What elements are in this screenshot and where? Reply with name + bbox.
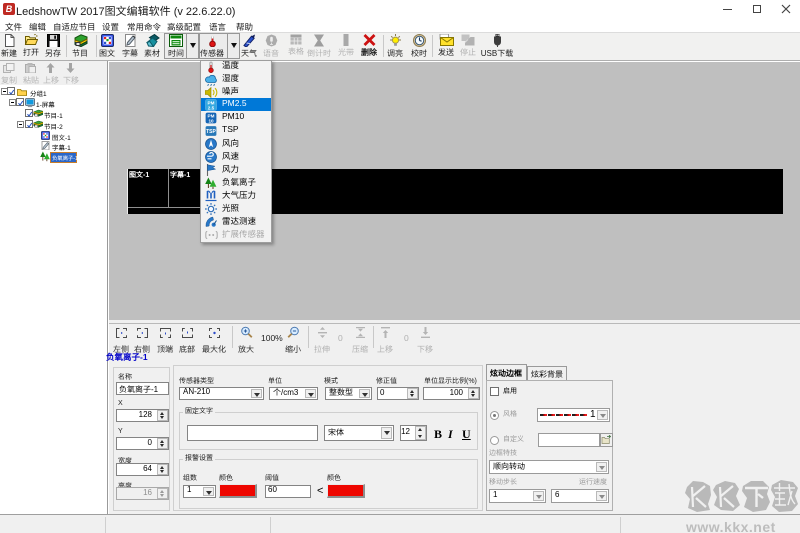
svg-text:10: 10	[208, 119, 214, 124]
svg-text:2.5: 2.5	[208, 106, 215, 111]
svg-text:TSP: TSP	[206, 129, 216, 135]
